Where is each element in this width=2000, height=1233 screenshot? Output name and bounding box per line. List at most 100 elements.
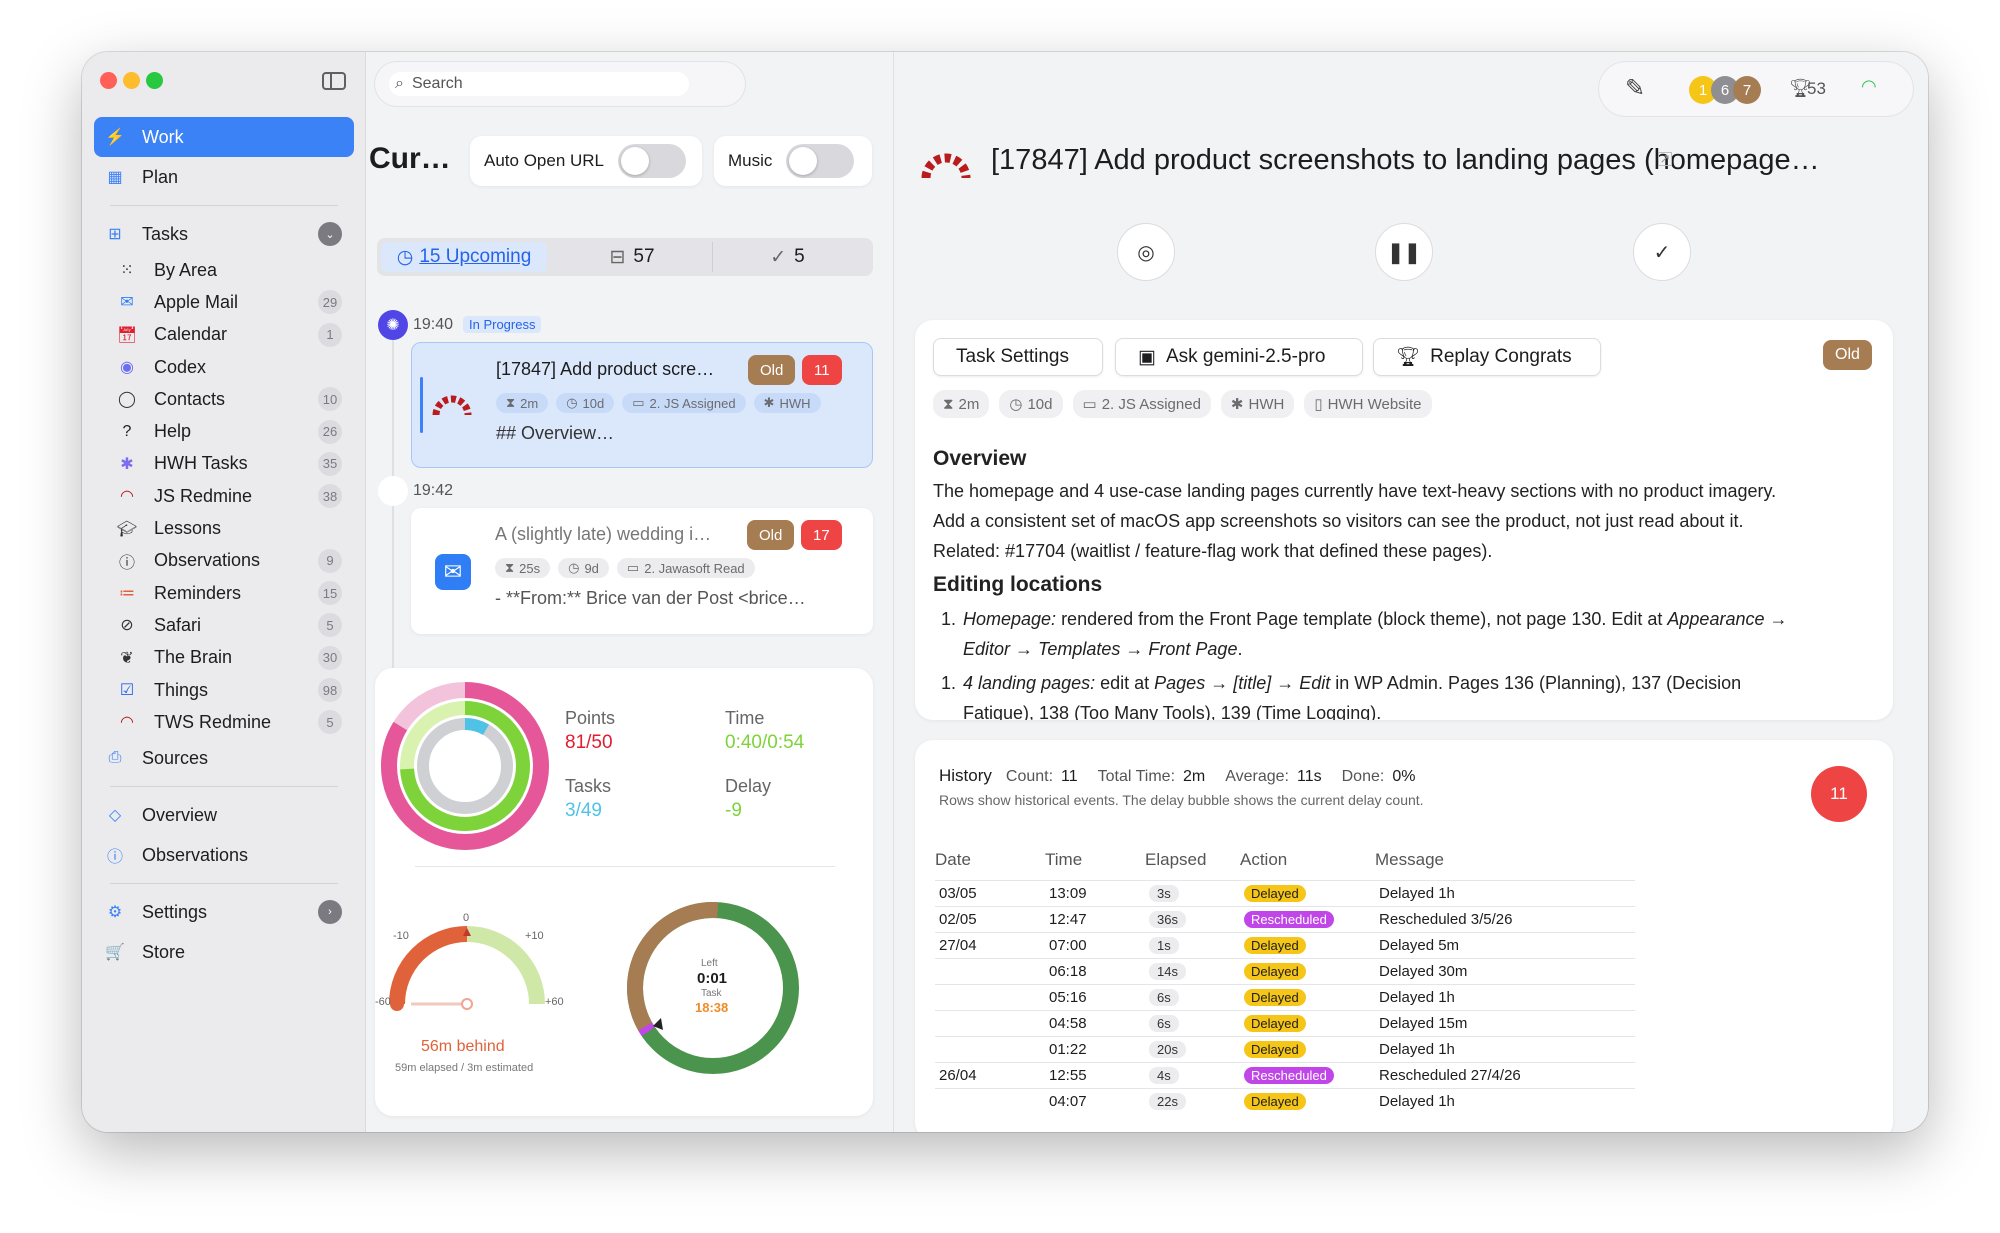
toggle-sidebar-icon[interactable]	[322, 72, 346, 90]
task-title: [17847] Add product scre…	[496, 359, 715, 379]
delay-value: -9	[725, 800, 742, 821]
cart-icon: 🛒	[105, 944, 125, 962]
replay-congrats-button[interactable]: 🏆︎ Replay Congrats	[1373, 338, 1601, 376]
history-subtitle: Rows show historical events. The delay b…	[939, 792, 1424, 808]
complete-button[interactable]: ✓	[1633, 223, 1691, 281]
minimize-window-button[interactable]	[123, 72, 140, 89]
sidebar-item-calendar[interactable]: 📅︎ Calendar 1	[82, 319, 366, 351]
elapsed-badge: 14s	[1149, 962, 1186, 980]
time-text: 04:07	[1049, 1092, 1087, 1110]
table-row: 02/05 12:47 36s Rescheduled Rescheduled 3/5/…	[935, 905, 1635, 932]
sidebar-item-js-redmine[interactable]: ◠ JS Redmine 38	[82, 480, 366, 512]
count-badge: 29	[318, 290, 342, 315]
hourglass-icon: ⧗	[506, 395, 516, 410]
pause-icon: ❚❚	[1387, 241, 1421, 264]
sidebar-item-by-area[interactable]: ⁙ By Area	[82, 254, 366, 286]
folder-pill: ▭ 2. JS Assigned	[1072, 390, 1211, 418]
sidebar-item-overview[interactable]: ◇ Overview	[82, 795, 366, 835]
project-pill: ✱ HWH	[1220, 390, 1295, 418]
estimate-pill: ⧗ 25s	[495, 558, 551, 578]
sidebar-item-tasks[interactable]: ⊞ Tasks ⌄	[82, 214, 366, 254]
hourglass-icon: ⧗	[505, 560, 515, 575]
tab-upcoming[interactable]: ◷ 15 Upcoming	[381, 242, 547, 272]
sidebar-item-plan[interactable]: ▦ Plan	[82, 157, 366, 197]
sidebar-item-sources[interactable]: ⎙ Sources	[82, 738, 366, 778]
chevron-down-icon[interactable]: ⌄	[318, 222, 342, 246]
time-text: 05:16	[1049, 988, 1087, 1006]
task-detail-title: [17847] Add product screenshots to landi…	[991, 144, 1820, 176]
old-badge: Old	[1823, 340, 1872, 370]
sidebar-item-contacts[interactable]: ◯ Contacts 10	[82, 383, 366, 415]
table-cell-elapsed: 3s	[1145, 879, 1240, 906]
app-window: ⚡ Work ▦ Plan ⊞ Tasks ⌄ ⁙ By Area ✉ Apple M…	[82, 52, 1928, 1132]
sidebar-item-safari[interactable]: ⊘ Safari 5	[82, 609, 366, 641]
list-item: 1. 4 landing pages: edit at Pages → [tit…	[933, 668, 1883, 720]
time-label: Time	[725, 708, 765, 728]
sidebar-item-help[interactable]: ? Help 26	[82, 415, 366, 447]
action-badge: Delayed	[1244, 1092, 1306, 1110]
table-cell-date: 03/05	[935, 879, 1045, 906]
sidebar-item-observations[interactable]: ⓘ Observations 9	[82, 545, 366, 577]
table-cell-action: Delayed	[1240, 1009, 1375, 1036]
age-pill: ◷ 9d	[558, 558, 609, 578]
redmine-icon	[921, 153, 971, 179]
task-card-active[interactable]: [17847] Add product scre… Old 11 ⧗ 2m ◷ 10…	[411, 342, 873, 468]
task-settings-button[interactable]: Task Settings	[933, 338, 1103, 376]
chevron-right-icon[interactable]: ›	[318, 900, 342, 925]
sidebar-item-label: Contacts	[154, 388, 226, 409]
action-badge: Delayed	[1244, 988, 1306, 1006]
date-text: 03/05	[939, 884, 977, 902]
sidebar-item-store[interactable]: 🛒 Store	[82, 932, 366, 972]
divider	[110, 205, 338, 206]
sidebar-item-tws-redmine[interactable]: ◠ TWS Redmine 5	[82, 706, 366, 738]
sidebar-item-work[interactable]: ⚡ Work	[94, 117, 354, 157]
column-header: Time	[1045, 849, 1083, 869]
task-description: Overview The homepage and 4 use-case lan…	[933, 442, 1883, 720]
elapsed-badge: 22s	[1149, 1092, 1186, 1110]
time-text: 13:09	[1049, 884, 1087, 902]
task-card[interactable]: ✉ A (slightly late) wedding i… Old 17 ⧗ 2…	[411, 508, 873, 634]
count-badge: 9	[318, 548, 342, 573]
expand-icon[interactable]: ↗	[1658, 151, 1672, 166]
count-badge: 98	[318, 678, 342, 702]
badge-brown[interactable]: 7	[1733, 76, 1761, 104]
gauge-tick: -10	[393, 930, 409, 942]
message-text: Rescheduled 3/5/26	[1379, 910, 1513, 928]
search-field[interactable]: ⌕ Search	[389, 72, 689, 96]
auto-open-url-toggle[interactable]	[618, 144, 686, 178]
sidebar-item-label: HWH Tasks	[154, 453, 248, 474]
ask-ai-button[interactable]: ▣ Ask gemini-2.5-pro	[1115, 338, 1363, 376]
sidebar-item-lessons[interactable]: 🎓︎ Lessons	[82, 512, 366, 544]
sidebar-item-label: Things	[154, 679, 209, 700]
compose-icon[interactable]: ✎	[1625, 74, 1645, 103]
tab-inbox[interactable]: ⊟ 57	[557, 242, 707, 272]
sidebar-item-the-brain[interactable]: ❦ The Brain 30	[82, 642, 366, 674]
column-header: Message	[1375, 849, 1444, 869]
document-icon: ▯	[1314, 396, 1323, 413]
target-icon: ◎	[1137, 241, 1155, 264]
sidebar-item-hwh-tasks[interactable]: ✱ HWH Tasks 35	[82, 448, 366, 480]
sidebar-item-codex[interactable]: ◉ Codex	[82, 351, 366, 383]
zoom-window-button[interactable]	[146, 72, 163, 89]
sidebar-item-reminders[interactable]: ≔ Reminders 15	[82, 577, 366, 609]
date-text: 26/04	[939, 1066, 977, 1084]
music-toggle[interactable]	[786, 144, 854, 178]
codex-icon: ◉	[120, 359, 134, 377]
sidebar-item-observations[interactable]: ⓘ Observations	[82, 835, 366, 875]
pause-button[interactable]: ❚❚	[1375, 223, 1433, 281]
sidebar-item-settings[interactable]: ⚙ Settings ›	[82, 892, 366, 932]
close-window-button[interactable]	[100, 72, 117, 89]
left-value: 0:01	[697, 970, 728, 987]
sidebar-item-things[interactable]: ☑ Things 98	[82, 674, 366, 706]
tab-done[interactable]: ✓ 5	[712, 242, 862, 272]
left-label: Left	[701, 958, 718, 969]
sidebar-item-apple-mail[interactable]: ✉ Apple Mail 29	[82, 286, 366, 318]
task-title: A (slightly late) wedding i…	[495, 524, 712, 544]
redmine-icon	[432, 395, 472, 416]
focus-button[interactable]: ◎	[1117, 223, 1175, 281]
calendar-grid-icon: ▦	[107, 169, 123, 186]
editing-heading: Editing locations	[933, 573, 1103, 596]
table-cell-message: Delayed 1h	[1375, 983, 1635, 1010]
search-input[interactable]: Search	[412, 75, 463, 93]
date-text: 27/04	[939, 936, 977, 954]
